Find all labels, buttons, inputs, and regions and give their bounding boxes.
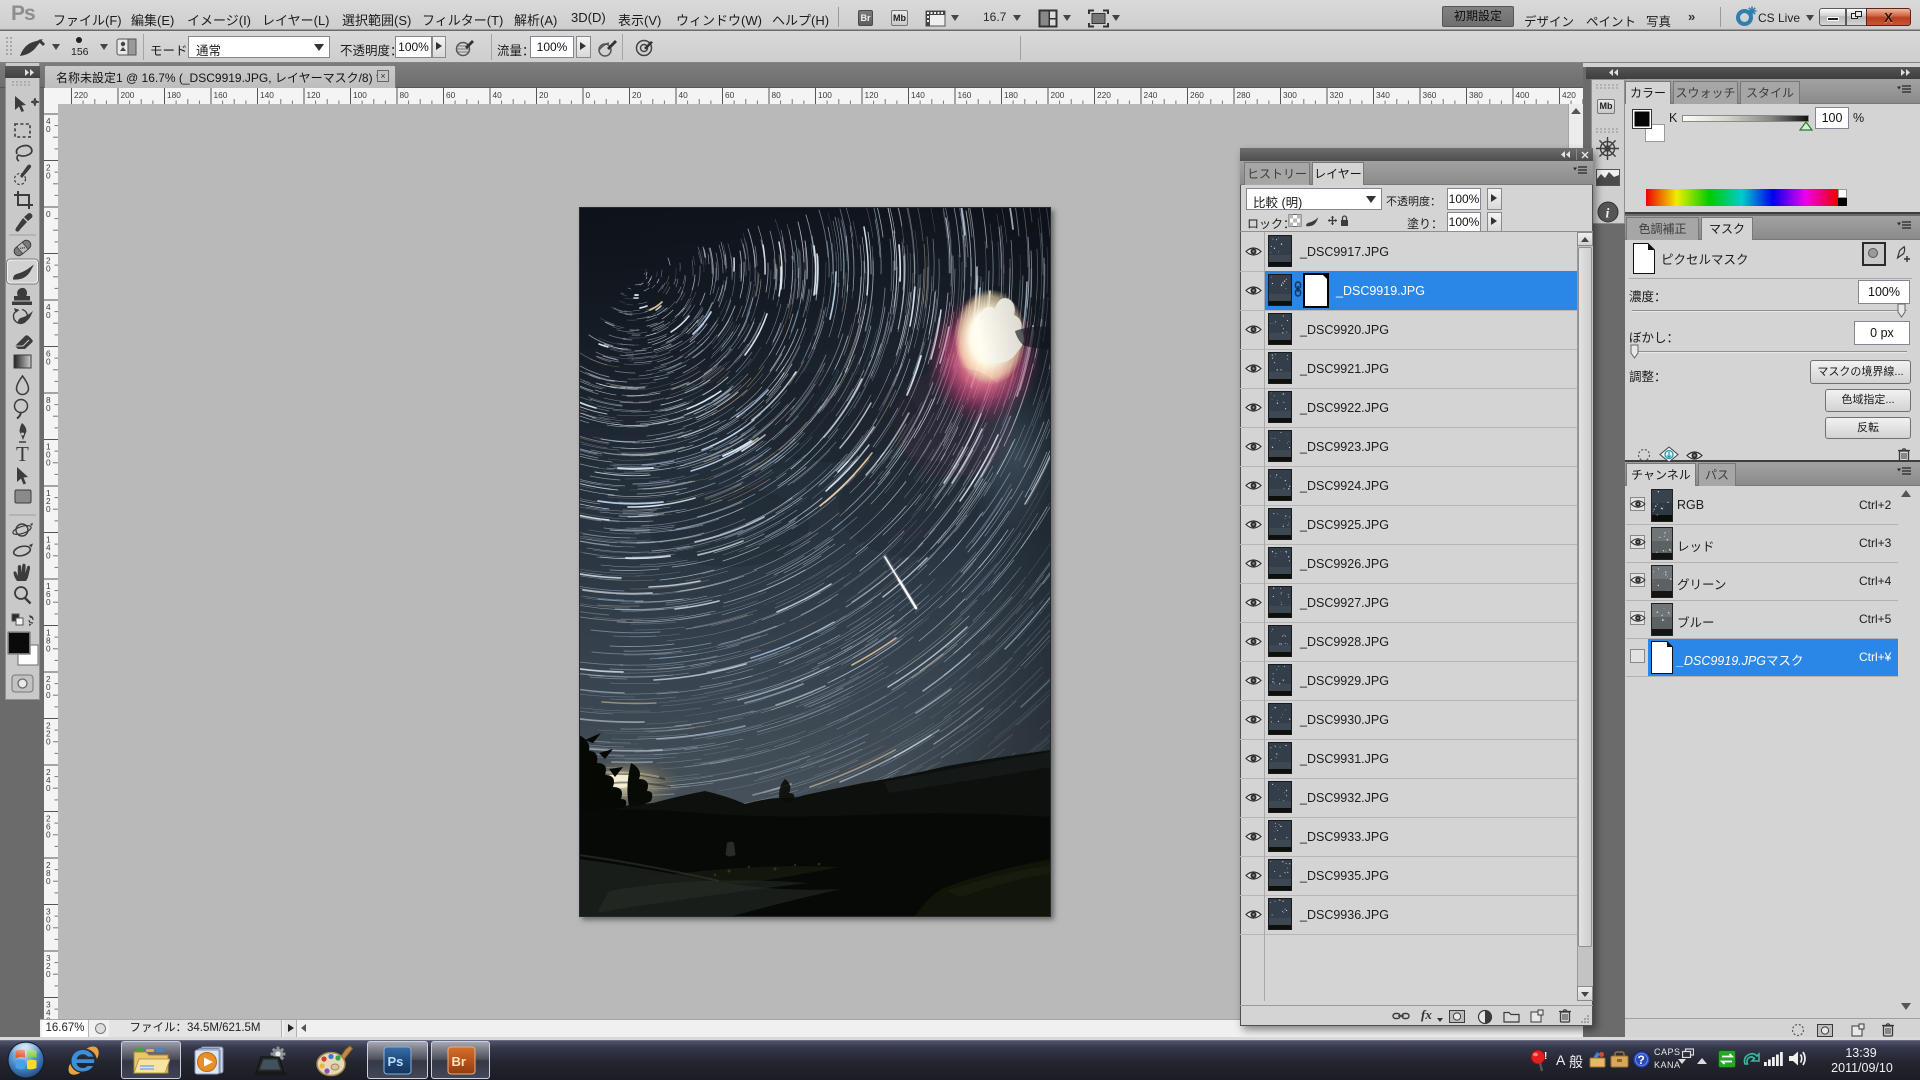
svg-text:Br: Br (452, 1054, 466, 1069)
svg-text:0: 0 (46, 923, 51, 933)
svg-text:0: 0 (46, 830, 51, 840)
svg-text:20: 20 (539, 90, 549, 100)
svg-text:80: 80 (772, 90, 782, 100)
svg-text:60: 60 (446, 90, 456, 100)
svg-text:220: 220 (1097, 90, 1111, 100)
svg-text:i: i (1606, 207, 1610, 222)
svg-text:0: 0 (46, 504, 51, 514)
svg-text:0: 0 (46, 737, 51, 747)
svg-text:400: 400 (1516, 90, 1530, 100)
svg-text:0: 0 (586, 90, 591, 100)
svg-text:40: 40 (493, 90, 503, 100)
svg-text:140: 140 (911, 90, 925, 100)
svg-text:0: 0 (46, 458, 51, 468)
svg-text:380: 380 (1469, 90, 1483, 100)
svg-text:60: 60 (725, 90, 735, 100)
svg-text:100: 100 (818, 90, 832, 100)
svg-text:0: 0 (46, 171, 51, 181)
svg-text:100: 100 (353, 90, 367, 100)
svg-text:0: 0 (46, 783, 51, 793)
svg-text:280: 280 (1237, 90, 1251, 100)
svg-text:300: 300 (1283, 90, 1297, 100)
svg-text:0: 0 (46, 310, 51, 320)
svg-text:120: 120 (865, 90, 879, 100)
svg-text:240: 240 (1144, 90, 1158, 100)
svg-text:0: 0 (46, 403, 51, 413)
svg-text:Ps: Ps (388, 1054, 404, 1069)
svg-text:260: 260 (1190, 90, 1204, 100)
svg-text:0: 0 (46, 969, 51, 979)
svg-text:200: 200 (121, 90, 135, 100)
svg-text:0: 0 (46, 597, 51, 607)
svg-text:80: 80 (400, 90, 410, 100)
svg-text:360: 360 (1423, 90, 1437, 100)
svg-text:160: 160 (214, 90, 228, 100)
svg-text:0: 0 (46, 644, 51, 654)
svg-text:?: ? (1638, 1053, 1645, 1067)
svg-text:0: 0 (46, 209, 51, 219)
svg-text:120: 120 (307, 90, 321, 100)
svg-text:0: 0 (46, 876, 51, 886)
svg-text:160: 160 (958, 90, 972, 100)
svg-text:180: 180 (167, 90, 181, 100)
svg-text:220: 220 (74, 90, 88, 100)
svg-text:0: 0 (46, 690, 51, 700)
svg-text:20: 20 (632, 90, 642, 100)
svg-text:340: 340 (1376, 90, 1390, 100)
svg-text:40: 40 (679, 90, 689, 100)
svg-text:!: ! (1544, 1051, 1547, 1062)
svg-text:420: 420 (1562, 90, 1576, 100)
svg-text:200: 200 (1051, 90, 1065, 100)
svg-text:T: T (16, 442, 29, 466)
svg-text:320: 320 (1330, 90, 1344, 100)
svg-text:140: 140 (260, 90, 274, 100)
svg-text:0: 0 (46, 551, 51, 561)
svg-text:0: 0 (46, 357, 51, 367)
svg-text:0: 0 (46, 264, 51, 274)
svg-text:180: 180 (1004, 90, 1018, 100)
svg-text:0: 0 (46, 124, 51, 134)
